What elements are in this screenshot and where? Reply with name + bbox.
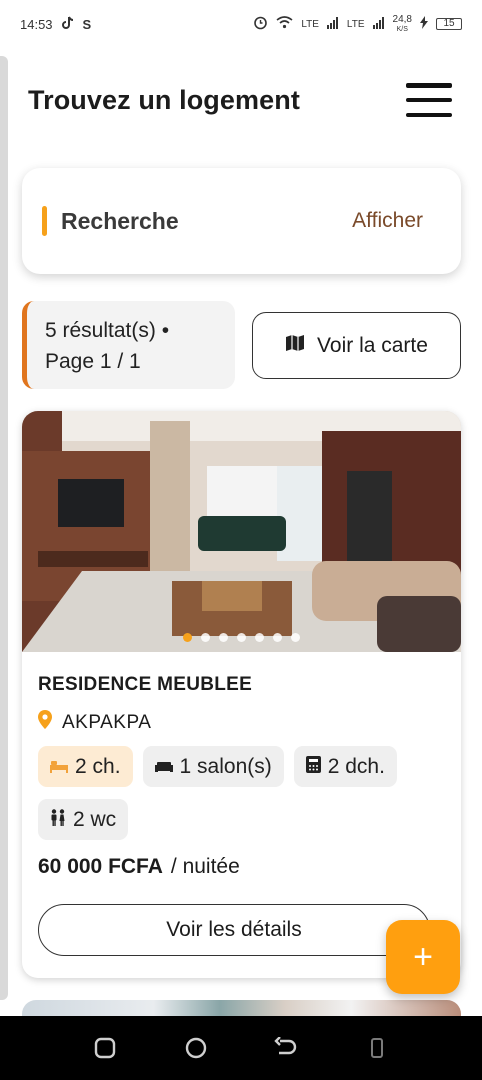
listing-price: 60 000 FCFA / nuitée	[38, 855, 240, 879]
feature-chip-bathrooms: 2 dch.	[293, 746, 397, 787]
network-speed: 24,8 K/S	[392, 13, 412, 34]
wifi-icon	[276, 16, 293, 32]
price-value: 60 000 FCFA	[38, 855, 163, 878]
recent-apps-button[interactable]	[85, 1028, 125, 1068]
carousel-dot[interactable]	[291, 633, 300, 642]
results-page: Page 1 / 1	[45, 350, 141, 373]
feature-label: 2 ch.	[75, 754, 121, 778]
listing-location: AKPAKPA	[38, 710, 151, 735]
app-s-icon: S	[82, 16, 92, 32]
status-bar: 14:53 S LTE LTE 24,8 K/S 15	[0, 0, 482, 48]
sofa-icon	[154, 755, 173, 779]
status-time: 14:53	[20, 16, 53, 32]
feature-label: 1 salon(s)	[179, 754, 272, 778]
living-room-photo	[22, 411, 461, 652]
listing-photo-carousel[interactable]	[22, 411, 461, 652]
feature-chip-living-rooms: 1 salon(s)	[142, 746, 284, 787]
carousel-dot[interactable]	[219, 633, 228, 642]
network-label-2: LTE	[346, 18, 365, 30]
carousel-dot[interactable]	[255, 633, 264, 642]
carousel-dot[interactable]	[237, 633, 246, 642]
network-label-1: LTE	[301, 18, 319, 30]
status-right: LTE LTE 24,8 K/S 15	[253, 13, 462, 34]
search-heading: Recherche	[42, 206, 179, 236]
page-title: Trouvez un logement	[28, 84, 300, 115]
search-card: Recherche Afficher	[22, 168, 461, 274]
location-label: AKPAKPA	[62, 711, 152, 733]
back-button[interactable]	[266, 1028, 306, 1068]
status-left: 14:53 S	[20, 16, 91, 33]
view-map-button[interactable]: Voir la carte	[252, 312, 461, 379]
back-arrow-icon	[274, 1037, 297, 1055]
feature-chips: 2 ch. 1 salon(s) 2 dch. 2 wc	[38, 746, 448, 840]
location-pin-icon	[38, 710, 52, 735]
toilet-icon	[50, 808, 66, 832]
rotate-button[interactable]	[357, 1028, 397, 1068]
add-button[interactable]: +	[386, 920, 460, 994]
carousel-dot[interactable]	[201, 633, 210, 642]
listing-card[interactable]: RESIDENCE MEUBLEE AKPAKPA 2 ch. 1 salon(…	[22, 411, 461, 978]
square-icon	[95, 1037, 116, 1059]
app-header: Trouvez un logement	[28, 78, 452, 122]
search-title: Recherche	[61, 207, 179, 234]
feature-chip-toilets: 2 wc	[38, 799, 129, 840]
carousel-dots	[22, 633, 461, 642]
feature-chip-bedrooms: 2 ch.	[38, 746, 133, 787]
signal-icon	[372, 16, 385, 32]
speed-value: 24,8	[392, 13, 412, 25]
feature-label: 2 wc	[73, 807, 117, 831]
battery-level: 15	[443, 18, 455, 29]
plus-icon: +	[413, 937, 433, 976]
tiktok-icon	[61, 16, 75, 33]
results-summary: 5 résultat(s) • Page 1 / 1	[22, 301, 235, 389]
battery-icon: 15	[436, 18, 462, 30]
map-icon	[285, 333, 305, 359]
drawer-edge[interactable]	[0, 56, 8, 1000]
signal-icon	[326, 16, 339, 32]
feature-label: 2 dch.	[327, 754, 385, 778]
bathroom-icon	[305, 755, 321, 779]
alarm-icon	[253, 15, 268, 33]
circle-icon	[185, 1037, 206, 1059]
show-search-button[interactable]: Afficher	[352, 209, 423, 233]
system-nav-bar	[0, 1016, 482, 1080]
view-map-label: Voir la carte	[317, 333, 428, 357]
accent-bar	[42, 206, 47, 236]
speed-unit: K/S	[396, 25, 408, 33]
home-button[interactable]	[176, 1028, 216, 1068]
price-unit: / nuitée	[170, 855, 240, 878]
results-count: 5 résultat(s) •	[45, 319, 170, 342]
carousel-dot[interactable]	[183, 633, 192, 642]
rotate-icon	[370, 1038, 383, 1058]
listing-title: RESIDENCE MEUBLEE	[38, 674, 253, 695]
carousel-dot[interactable]	[273, 633, 282, 642]
charging-icon	[420, 16, 428, 32]
bed-icon	[50, 755, 68, 779]
view-details-button[interactable]: Voir les détails	[38, 904, 430, 956]
hamburger-icon[interactable]	[406, 83, 452, 117]
